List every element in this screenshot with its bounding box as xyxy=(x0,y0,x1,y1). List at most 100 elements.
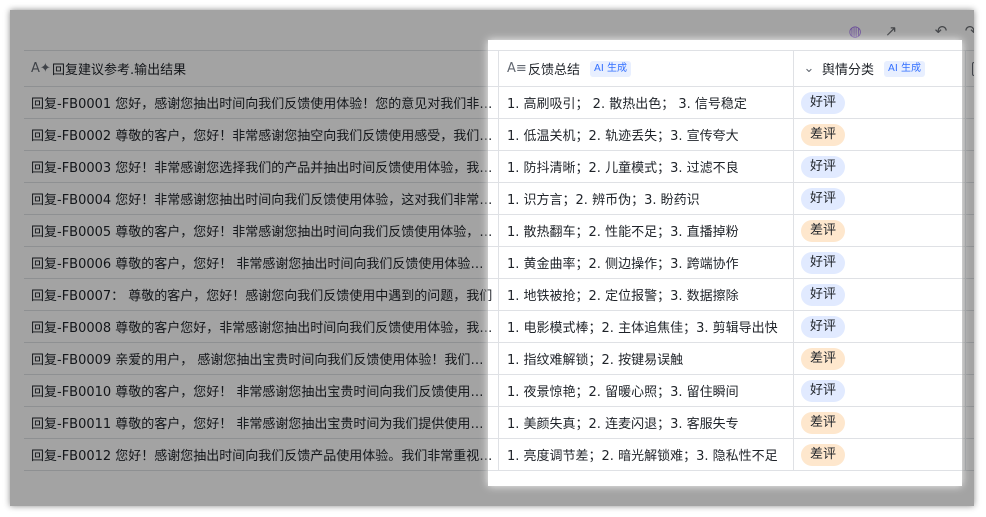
sentiment-cell[interactable]: 好评 xyxy=(794,151,966,182)
checkbox-cell[interactable] xyxy=(966,87,974,118)
sentiment-tag: 差评 xyxy=(801,219,846,242)
table-row[interactable]: 回复-FB0009 亲爱的用户， 感谢您抽出宝贵时间向我们反馈使用体验！我们非常… xyxy=(24,343,974,375)
reply-cell[interactable]: 回复-FB0011 尊敬的客户，您好！ 非常感谢您抽出宝贵时间为我们提供使用反馈 xyxy=(24,407,499,438)
ai-text-field-icon: A✦ xyxy=(31,60,51,76)
checkbox-cell[interactable] xyxy=(966,247,974,278)
summary-cell[interactable]: 1. 地铁被抢；2. 定位报警；3. 数据擦除 xyxy=(499,279,794,310)
sentiment-tag: 好评 xyxy=(801,251,846,274)
share-icon[interactable]: ↗ xyxy=(882,22,900,40)
reply-cell[interactable]: 回复-FB0012 您好！感谢您抽出时间向我们反馈产品使用体验。我们非常重视您的… xyxy=(24,439,499,470)
summary-cell[interactable]: 1. 电影模式棒；2. 主体追焦佳；3. 剪辑导出快 xyxy=(499,311,794,342)
table-row[interactable]: 回复-FB0002 尊敬的客户，您好！非常感谢您抽空向我们反馈使用感受，我们已收… xyxy=(24,119,974,151)
reply-text: 回复-FB0004 您好！非常感谢您抽出时间向我们反馈使用体验，这对我们非常重要 xyxy=(31,193,493,208)
reply-cell[interactable]: 回复-FB0010 尊敬的客户，您好！ 非常感谢您抽出宝贵时间向我们反馈使用体验 xyxy=(24,375,499,406)
checkbox-cell[interactable] xyxy=(966,183,974,214)
reply-cell[interactable]: 回复-FB0001 您好，感谢您抽出时间向我们反馈使用体验！您的意见对我们非常重… xyxy=(24,87,499,118)
header-row: A✦ 回复建议参考.输出结果 A≡ 反馈总结 AI 生成 ⌄ 舆情分类 AI 生… xyxy=(24,50,974,87)
summary-cell[interactable]: 1. 黄金曲率；2. 侧边操作；3. 跨端协作 xyxy=(499,247,794,278)
column-header-sentiment[interactable]: ⌄ 舆情分类 AI 生成 xyxy=(794,51,966,86)
reply-text: 回复-FB0012 您好！感谢您抽出时间向我们反馈产品使用体验。我们非常重视您的… xyxy=(31,449,493,464)
checkbox-cell[interactable] xyxy=(966,407,974,438)
reply-text: 回复-FB0008 尊敬的客户您好，非常感谢您抽出时间向我们反馈使用体验，我们已 xyxy=(31,321,493,336)
summary-text: 1. 亮度调节差；2. 暗光解锁难；3. 隐私性不足 xyxy=(507,449,778,464)
single-select-icon: ⌄ xyxy=(803,60,815,76)
checkbox-cell[interactable] xyxy=(966,375,974,406)
sentiment-tag: 好评 xyxy=(801,283,846,306)
table-row[interactable]: 回复-FB0003 您好！非常感谢您选择我们的产品并抽出时间反馈使用体验，我们非… xyxy=(24,151,974,183)
summary-cell[interactable]: 1. 低温关机；2. 轨迹丢失；3. 宣传夸大 xyxy=(499,119,794,150)
toolbar: ◍ ↗ ↶ ↷ xyxy=(10,10,974,50)
sentiment-cell[interactable]: 差评 xyxy=(794,215,966,246)
sentiment-cell[interactable]: 好评 xyxy=(794,311,966,342)
sentiment-tag: 差评 xyxy=(801,411,846,434)
reply-text: 回复-FB0003 您好！非常感谢您选择我们的产品并抽出时间反馈使用体验，我们非… xyxy=(31,161,493,176)
column-header-summary[interactable]: A≡ 反馈总结 AI 生成 xyxy=(499,51,794,86)
sentiment-cell[interactable]: 差评 xyxy=(794,439,966,470)
checkbox-cell[interactable] xyxy=(966,151,974,182)
summary-text: 1. 美颜失真；2. 连麦闪退；3. 客服失专 xyxy=(507,417,739,432)
column-header-reply[interactable]: A✦ 回复建议参考.输出结果 xyxy=(24,51,499,86)
sentiment-cell[interactable]: 好评 xyxy=(794,183,966,214)
table-row[interactable]: 回复-FB0012 您好！感谢您抽出时间向我们反馈产品使用体验。我们非常重视您的… xyxy=(24,439,974,471)
reply-text: 回复-FB0006 尊敬的客户，您好！ 非常感谢您抽出时间向我们反馈使用体验，我… xyxy=(31,257,493,272)
sentiment-tag: 好评 xyxy=(801,155,846,178)
checkbox-cell[interactable] xyxy=(966,311,974,342)
reply-text: 回复-FB0010 尊敬的客户，您好！ 非常感谢您抽出宝贵时间向我们反馈使用体验 xyxy=(31,385,493,400)
sentiment-cell[interactable]: 差评 xyxy=(794,407,966,438)
summary-cell[interactable]: 1. 美颜失真；2. 连麦闪退；3. 客服失专 xyxy=(499,407,794,438)
reply-cell[interactable]: 回复-FB0009 亲爱的用户， 感谢您抽出宝贵时间向我们反馈使用体验！我们非常 xyxy=(24,343,499,374)
table-row[interactable]: 回复-FB0011 尊敬的客户，您好！ 非常感谢您抽出宝贵时间为我们提供使用反馈… xyxy=(24,407,974,439)
sentiment-cell[interactable]: 好评 xyxy=(794,279,966,310)
reply-cell[interactable]: 回复-FB0008 尊敬的客户您好，非常感谢您抽出时间向我们反馈使用体验，我们已 xyxy=(24,311,499,342)
sentiment-tag: 差评 xyxy=(801,123,846,146)
column-header-label: 反馈总结 xyxy=(528,63,581,78)
table-body: 回复-FB0001 您好，感谢您抽出时间向我们反馈使用体验！您的意见对我们非常重… xyxy=(24,87,974,471)
sentiment-cell[interactable]: 差评 xyxy=(794,343,966,374)
table-row[interactable]: 回复-FB0010 尊敬的客户，您好！ 非常感谢您抽出宝贵时间向我们反馈使用体验… xyxy=(24,375,974,407)
table-row[interactable]: 回复-FB0004 您好！非常感谢您抽出时间向我们反馈使用体验，这对我们非常重要… xyxy=(24,183,974,215)
reply-cell[interactable]: 回复-FB0007： 尊敬的客户，您好！感谢您向我们反馈使用中遇到的问题，我们 xyxy=(24,279,499,310)
sentiment-tag: 好评 xyxy=(801,187,846,210)
table-row[interactable]: 回复-FB0001 您好，感谢您抽出时间向我们反馈使用体验！您的意见对我们非常重… xyxy=(24,87,974,119)
summary-cell[interactable]: 1. 高刷吸引； 2. 散热出色； 3. 信号稳定 xyxy=(499,87,794,118)
summary-cell[interactable]: 1. 亮度调节差；2. 暗光解锁难；3. 隐私性不足 xyxy=(499,439,794,470)
column-header-label: 回复建议参考.输出结果 xyxy=(52,63,187,78)
ai-assistant-icon[interactable]: ◍ xyxy=(846,22,864,40)
sentiment-cell[interactable]: 好评 xyxy=(794,247,966,278)
summary-text: 1. 低温关机；2. 轨迹丢失；3. 宣传夸大 xyxy=(507,129,739,144)
checkbox-cell[interactable] xyxy=(966,215,974,246)
reply-cell[interactable]: 回复-FB0006 尊敬的客户，您好！ 非常感谢您抽出时间向我们反馈使用体验，我… xyxy=(24,247,499,278)
sentiment-cell[interactable]: 好评 xyxy=(794,375,966,406)
sentiment-cell[interactable]: 差评 xyxy=(794,119,966,150)
sentiment-tag: 差评 xyxy=(801,443,846,466)
summary-cell[interactable]: 1. 指纹难解锁；2. 按键易误触 xyxy=(499,343,794,374)
reply-cell[interactable]: 回复-FB0002 尊敬的客户，您好！非常感谢您抽空向我们反馈使用感受，我们已收… xyxy=(24,119,499,150)
checkbox-cell[interactable] xyxy=(966,439,974,470)
summary-text: 1. 识方言；2. 辨币伪；3. 盼药识 xyxy=(507,193,700,208)
table-row[interactable]: 回复-FB0007： 尊敬的客户，您好！感谢您向我们反馈使用中遇到的问题，我们 1… xyxy=(24,279,974,311)
checkbox-cell[interactable] xyxy=(966,343,974,374)
summary-cell[interactable]: 1. 散热翻车；2. 性能不足；3. 直播掉粉 xyxy=(499,215,794,246)
table-row[interactable]: 回复-FB0008 尊敬的客户您好，非常感谢您抽出时间向我们反馈使用体验，我们已… xyxy=(24,311,974,343)
summary-text: 1. 地铁被抢；2. 定位报警；3. 数据擦除 xyxy=(507,289,739,304)
summary-text: 1. 防抖清晰；2. 儿童模式；3. 过滤不良 xyxy=(507,161,739,176)
redo-icon[interactable]: ↷ xyxy=(962,22,974,40)
summary-text: 1. 夜景惊艳；2. 留暖心照；3. 留住瞬间 xyxy=(507,385,739,400)
checkbox-cell[interactable] xyxy=(966,279,974,310)
reply-text: 回复-FB0011 尊敬的客户，您好！ 非常感谢您抽出宝贵时间为我们提供使用反馈 xyxy=(31,417,493,432)
table-row[interactable]: 回复-FB0005 尊敬的客户，您好！非常感谢您抽出时间向我们反馈使用体验，我们… xyxy=(24,215,974,247)
summary-cell[interactable]: 1. 防抖清晰；2. 儿童模式；3. 过滤不良 xyxy=(499,151,794,182)
summary-text: 1. 散热翻车；2. 性能不足；3. 直播掉粉 xyxy=(507,225,739,240)
sentiment-tag: 好评 xyxy=(801,315,846,338)
sentiment-cell[interactable]: 好评 xyxy=(794,87,966,118)
column-header-checkbox[interactable] xyxy=(966,51,974,86)
summary-cell[interactable]: 1. 识方言；2. 辨币伪；3. 盼药识 xyxy=(499,183,794,214)
undo-icon[interactable]: ↶ xyxy=(932,22,950,40)
reply-cell[interactable]: 回复-FB0005 尊敬的客户，您好！非常感谢您抽出时间向我们反馈使用体验，我们… xyxy=(24,215,499,246)
reply-cell[interactable]: 回复-FB0004 您好！非常感谢您抽出时间向我们反馈使用体验，这对我们非常重要 xyxy=(24,183,499,214)
checkbox-cell[interactable] xyxy=(966,119,974,150)
reply-text: 回复-FB0009 亲爱的用户， 感谢您抽出宝贵时间向我们反馈使用体验！我们非常 xyxy=(31,353,493,368)
summary-cell[interactable]: 1. 夜景惊艳；2. 留暖心照；3. 留住瞬间 xyxy=(499,375,794,406)
table-row[interactable]: 回复-FB0006 尊敬的客户，您好！ 非常感谢您抽出时间向我们反馈使用体验，我… xyxy=(24,247,974,279)
reply-cell[interactable]: 回复-FB0003 您好！非常感谢您选择我们的产品并抽出时间反馈使用体验，我们非… xyxy=(24,151,499,182)
